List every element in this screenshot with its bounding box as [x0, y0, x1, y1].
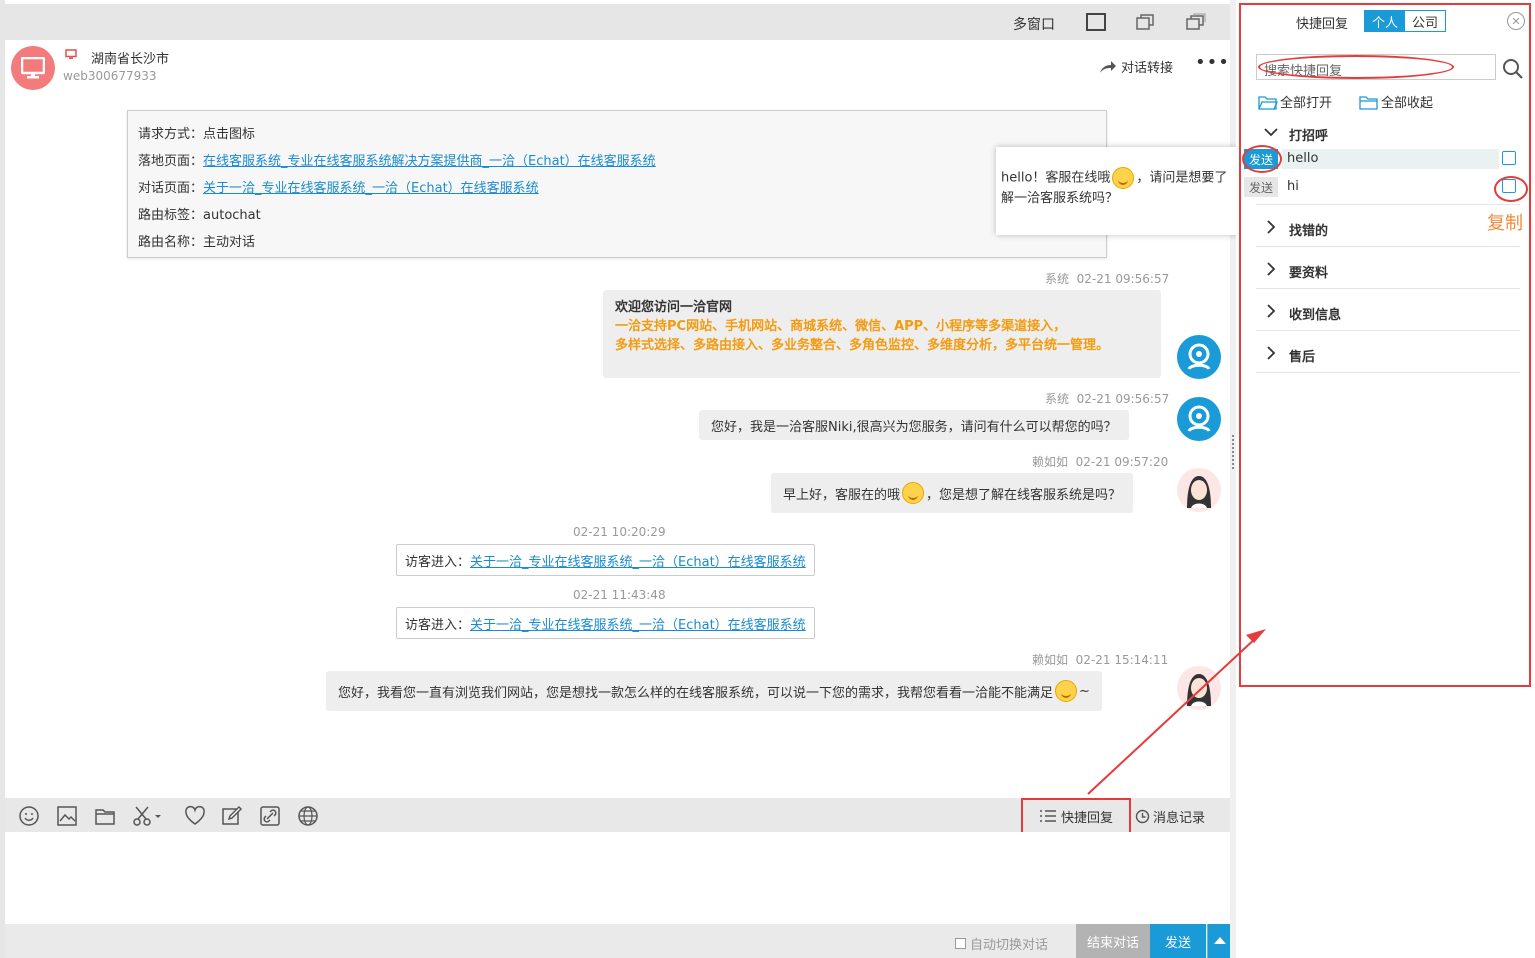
annotation-circle [1242, 145, 1282, 173]
list-icon [1039, 810, 1056, 822]
multi-window-label[interactable]: 多窗口 [1013, 14, 1055, 34]
expand-all-button[interactable]: 全部打开 [1258, 92, 1332, 111]
copy-annotation: 复制 [1487, 213, 1523, 234]
visitor-enter-notice: 访客进入： 关于一洽_专业在线客服系统_一洽（Echat）在线客服系统 [396, 544, 815, 576]
history-label: 消息记录 [1153, 811, 1206, 826]
system-time: 02-21 10:20:29 [573, 525, 666, 539]
end-chat-button[interactable]: 结束对话 [1076, 924, 1150, 958]
auto-switch-checkbox[interactable]: 自动切换对话 [955, 934, 1048, 953]
monitor-icon [21, 57, 45, 79]
divider [1256, 204, 1520, 205]
visitor-info-card: 请求方式：点击图标 落地页面：在线客服系统_专业在线客服系统解决方案提供商_一洽… [127, 110, 1107, 258]
info-row-route-tag: 路由标签：autochat [138, 208, 261, 223]
info-row-landing: 落地页面：在线客服系统_专业在线客服系统解决方案提供商_一洽（Echat）在线客… [138, 154, 656, 169]
checkbox-icon [955, 938, 966, 949]
tab-personal[interactable]: 个人 [1365, 11, 1405, 31]
robot-avatar [1177, 335, 1221, 379]
quick-reply-item: 发送 hello [1244, 149, 1516, 169]
transfer-button[interactable]: 对话转接 [1099, 57, 1173, 76]
message-bubble: 您好，我是一洽客服Niki,很高兴为您服务，请问有什么可以帮您的吗？ [699, 410, 1129, 440]
globe-icon[interactable] [297, 805, 319, 827]
folder-open-icon [1258, 95, 1278, 110]
quick-reply-label: 快捷回复 [1060, 810, 1113, 826]
tab-company[interactable]: 公司 [1405, 11, 1445, 31]
maximize-icon[interactable] [1086, 13, 1106, 31]
folder-icon[interactable] [94, 805, 116, 827]
chevron-right-icon [1264, 346, 1278, 364]
agent-avatar [1177, 468, 1221, 512]
visitor-enter-notice: 访客进入： 关于一洽_专业在线客服系统_一洽（Echat）在线客服系统 [396, 607, 815, 639]
search-icon[interactable] [1502, 58, 1524, 80]
transfer-label: 对话转接 [1121, 61, 1174, 76]
copy-icon[interactable] [1502, 151, 1516, 165]
quick-reply-item: 发送 hi [1244, 177, 1516, 197]
tile-windows-icon[interactable] [1185, 13, 1206, 31]
info-row-chat-page: 对话页面：关于一洽_专业在线客服系统_一洽（Echat）在线客服系统 [138, 181, 539, 196]
smile-emoji-icon [902, 482, 925, 504]
chevron-right-icon [1264, 262, 1278, 280]
heart-icon[interactable] [184, 805, 206, 827]
annotation-oval [1258, 55, 1454, 79]
welcome-message-bubble: 欢迎您访问一洽官网 一洽支持PC网站、手机网站、商城系统、微信、APP、小程序等… [603, 290, 1161, 378]
message-bubble: 早上好，客服在的哦 ，您是想了解在线客服系统是吗？ [771, 473, 1134, 513]
smile-icon[interactable] [18, 805, 40, 827]
info-row-route-name: 路由名称：主动对话 [138, 235, 256, 250]
smile-emoji-icon [1112, 167, 1135, 189]
group-greeting[interactable]: 打招呼 [1256, 125, 1520, 145]
scope-tabs: 个人 公司 [1364, 10, 1446, 32]
system-time: 02-21 11:43:48 [573, 588, 666, 602]
restore-icon[interactable] [1135, 13, 1155, 31]
info-row-request: 请求方式：点击图标 [138, 127, 256, 142]
folder-icon [1359, 95, 1378, 110]
quick-reply-title: 快捷回复 [1296, 17, 1349, 32]
input-toolbar: 快捷回复 消息记录 [5, 798, 1230, 834]
message-meta: 系统 02-21 09:56:57 [1045, 392, 1170, 406]
quick-reply-button[interactable]: 快捷回复 [1021, 798, 1131, 834]
visitor-enter-link[interactable]: 关于一洽_专业在线客服系统_一洽（Echat）在线客服系统 [470, 551, 806, 570]
collapse-all-button[interactable]: 全部收起 [1359, 92, 1433, 111]
clock-icon [1135, 809, 1150, 824]
send-button[interactable]: 发送 [1150, 924, 1206, 958]
bottom-bar: 自动切换对话 结束对话 发送 [5, 924, 1230, 958]
chevron-right-icon [1264, 220, 1278, 238]
message-meta: 系统 02-21 09:56:57 [1045, 272, 1170, 286]
desktop-icon [65, 49, 77, 59]
chevron-right-icon [1264, 304, 1278, 322]
visitor-location: 湖南省长沙市 [91, 52, 170, 67]
visitor-avatar [11, 46, 55, 90]
reply-text[interactable]: hello [1287, 151, 1318, 166]
splitter-grip[interactable] [1232, 435, 1234, 469]
send-options-toggle[interactable] [1207, 924, 1230, 958]
send-reply-button[interactable]: 发送 [1244, 177, 1278, 197]
close-icon[interactable]: ✕ [1507, 12, 1525, 30]
message-input[interactable] [5, 832, 1230, 924]
reply-text[interactable]: hi [1287, 179, 1299, 194]
visitor-header: 湖南省长沙市 web300677933 对话转接 ••• [5, 40, 1230, 92]
image-icon[interactable] [56, 805, 78, 827]
agent-avatar [1177, 666, 1221, 710]
quick-reply-preview-tooltip: hello！客服在线哦 ，请问是想要了解一洽客服系统吗？ [996, 147, 1238, 235]
visitor-id: web300677933 [63, 69, 157, 83]
more-button[interactable]: ••• [1195, 52, 1230, 73]
message-bubble: 您好，我看您一直有浏览我们网站，您是想找一款怎么样的在线客服系统，可以说一下您的… [326, 671, 1102, 711]
scissors-icon[interactable] [131, 805, 163, 827]
message-meta: 赖如如 02-21 15:14:11 [1032, 653, 1169, 667]
chat-pane: 多窗口 湖南省长沙市 web300677933 对话转接 ••• 请求方式：点击… [0, 0, 1230, 958]
message-history-button[interactable]: 消息记录 [1135, 807, 1205, 826]
link-icon[interactable] [259, 805, 281, 827]
smile-emoji-icon [1055, 680, 1078, 702]
message-meta: 赖如如 02-21 09:57:20 [1032, 455, 1169, 469]
chat-page-link[interactable]: 关于一洽_专业在线客服系统_一洽（Echat）在线客服系统 [203, 181, 539, 196]
visitor-enter-link[interactable]: 关于一洽_专业在线客服系统_一洽（Echat）在线客服系统 [470, 614, 806, 633]
quick-reply-panel: 快捷回复 个人 公司 ✕ 搜索快捷回复 全部打开 全部收起 打招呼 发送 hel… [1236, 0, 1535, 958]
annotation-circle [1494, 176, 1528, 202]
window-titlebar: 多窗口 [5, 4, 1230, 40]
landing-page-link[interactable]: 在线客服系统_专业在线客服系统解决方案提供商_一洽（Echat）在线客服系统 [203, 154, 656, 169]
share-arrow-icon [1100, 60, 1116, 73]
edit-icon[interactable] [221, 805, 243, 827]
robot-avatar [1177, 397, 1221, 441]
chevron-down-icon [1264, 125, 1278, 143]
